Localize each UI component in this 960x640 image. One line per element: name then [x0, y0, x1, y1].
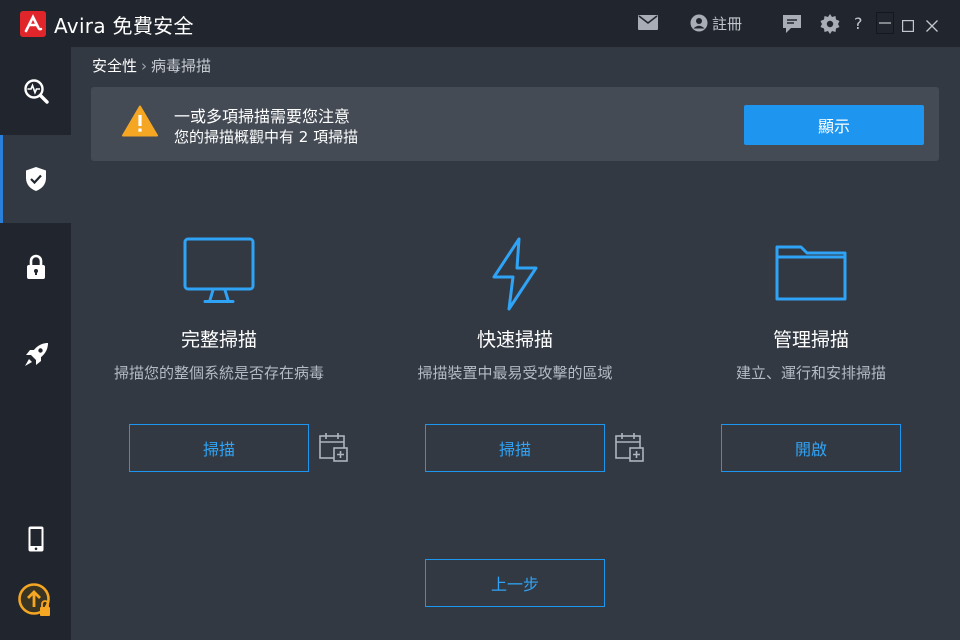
sidebar [0, 47, 71, 640]
folder-icon [775, 245, 847, 301]
warning-icon [122, 105, 158, 141]
shield-check-icon [25, 167, 46, 191]
maximize-icon[interactable] [902, 17, 915, 36]
sidebar-item-upgrade[interactable] [0, 557, 71, 640]
user-icon[interactable] [690, 14, 708, 36]
alert-title: 一或多項掃描需要您注意 [174, 107, 351, 126]
sidebar-item-status[interactable] [0, 47, 71, 135]
help-icon[interactable]: ? [854, 14, 863, 33]
schedule-calendar-icon[interactable] [615, 432, 645, 466]
manage-scans-card: 管理掃描 建立、運行和安排掃描 [691, 237, 931, 384]
monitor-icon [183, 237, 255, 303]
mail-icon[interactable] [638, 15, 658, 34]
sidebar-item-security[interactable] [0, 135, 71, 223]
main-content: 安全性 › 病毒掃描 一或多項掃描需要您注意 您的掃描概觀中有 2 項掃描 顯示 完… [71, 47, 960, 640]
alert-subtitle: 您的掃描概觀中有 2 項掃描 [174, 128, 359, 146]
card-title: 快速掃描 [476, 329, 553, 351]
attention-alert: 一或多項掃描需要您注意 您的掃描概觀中有 2 項掃描 顯示 [91, 87, 939, 161]
pulse-magnifier-icon [23, 79, 49, 104]
schedule-calendar-icon[interactable] [319, 432, 349, 466]
show-button[interactable]: 顯示 [744, 105, 924, 145]
breadcrumb-separator: › [141, 57, 148, 75]
rocket-icon [24, 343, 48, 366]
padlock-icon [26, 254, 45, 279]
register-link[interactable]: 註冊 [712, 13, 742, 34]
open-button[interactable]: 開啟 [721, 424, 901, 472]
sidebar-item-privacy[interactable] [0, 223, 71, 311]
card-title: 完整掃描 [180, 329, 257, 351]
breadcrumb-parent[interactable]: 安全性 [92, 57, 137, 75]
breadcrumb: 安全性 › 病毒掃描 [92, 55, 211, 76]
full-scan-button[interactable]: 掃描 [129, 424, 309, 472]
full-scan-card: 完整掃描 掃描您的整個系統是否存在病毒 [99, 237, 339, 384]
upgrade-arrow-icon [17, 583, 50, 616]
gear-icon[interactable] [820, 14, 840, 38]
sidebar-item-performance[interactable] [0, 311, 71, 399]
back-button[interactable]: 上一步 [425, 559, 605, 607]
quick-scan-button[interactable]: 掃描 [425, 424, 605, 472]
lightning-icon [492, 237, 538, 311]
app-title: Avira 免費安全 [54, 14, 194, 38]
card-title: 管理掃描 [772, 329, 849, 351]
feedback-icon[interactable] [782, 14, 802, 38]
quick-scan-card: 快速掃描 掃描裝置中最易受攻擊的區域 [395, 237, 635, 384]
avira-logo-icon [20, 11, 46, 37]
smartphone-icon [28, 526, 43, 552]
breadcrumb-current: 病毒掃描 [151, 57, 212, 75]
title-bar: Avira 免費安全 註冊 ? [0, 0, 960, 47]
close-icon[interactable] [926, 17, 938, 36]
minimize-icon[interactable] [876, 12, 894, 34]
card-description: 掃描您的整個系統是否存在病毒 [113, 364, 324, 382]
card-description: 掃描裝置中最易受攻擊的區域 [417, 364, 613, 382]
card-description: 建立、運行和安排掃描 [735, 364, 886, 382]
